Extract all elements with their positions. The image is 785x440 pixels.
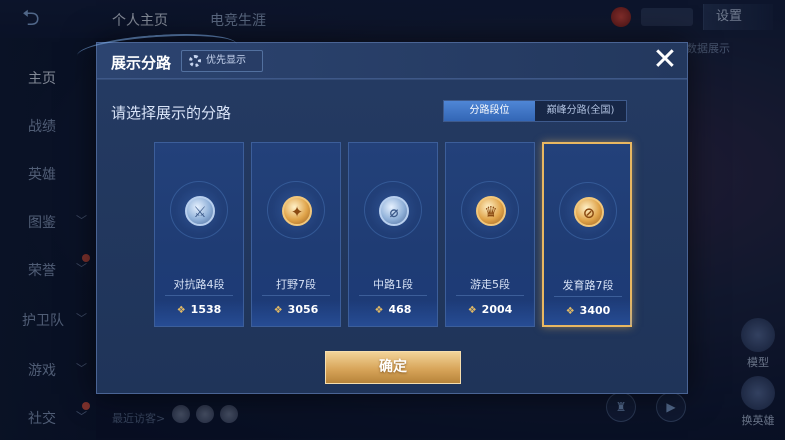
score-icon: ❖: [374, 305, 384, 316]
modal-header: 展示分路 优先显示 ✕: [76, 29, 687, 79]
jungle-emblem-icon: ✦: [282, 196, 312, 226]
lane-card-farm[interactable]: ⊘ 发育路7段 ❖ 3400: [542, 142, 632, 327]
roam-emblem-icon: ♛: [476, 196, 506, 226]
card-divider: [165, 295, 233, 296]
modal-content: 请选择展示的分路 分路段位 巅峰分路(全国) ⚔ 对抗路4段 ❖ 1538 ✦: [97, 79, 687, 393]
lane-score-value: 468: [388, 303, 412, 316]
lane-mode-segmented-control: 分路段位 巅峰分路(全国): [443, 100, 627, 122]
lane-card-score: ❖ 1538: [155, 303, 243, 316]
segment-lane-rank[interactable]: 分路段位: [444, 101, 535, 121]
gear-icon: [189, 55, 201, 67]
priority-display-label: 优先显示: [206, 55, 246, 66]
lane-score-value: 3400: [579, 304, 611, 317]
lane-display-modal: 展示分路 优先显示 ✕ 请选择展示的分路 分路段位 巅峰分路(全国) ⚔ 对抗路…: [76, 29, 688, 394]
lane-card-score: ❖ 468: [349, 303, 437, 316]
score-icon: ❖: [176, 305, 186, 316]
priority-display-button[interactable]: 优先显示: [181, 50, 263, 72]
card-divider: [359, 295, 427, 296]
card-divider: [456, 295, 524, 296]
lane-card-top[interactable]: ⚔ 对抗路4段 ❖ 1538: [154, 142, 244, 327]
lane-card-name: 中路1段: [373, 278, 413, 291]
mid-lane-emblem-icon: ⌀: [379, 196, 409, 226]
farm-lane-emblem-icon: ⊘: [574, 197, 604, 227]
card-divider: [262, 295, 330, 296]
score-icon: ❖: [273, 305, 283, 316]
lane-card-score: ❖ 3056: [252, 303, 340, 316]
lane-card-mid[interactable]: ⌀ 中路1段 ❖ 468: [348, 142, 438, 327]
lane-card-name: 对抗路4段: [173, 278, 225, 291]
lane-card-roam[interactable]: ♛ 游走5段 ❖ 2004: [445, 142, 535, 327]
modal-title: 展示分路: [111, 54, 172, 72]
close-button[interactable]: ✕: [649, 45, 681, 77]
top-lane-emblem-icon: ⚔: [185, 196, 215, 226]
score-icon: ❖: [565, 306, 575, 317]
content-inner: 请选择展示的分路 分路段位 巅峰分路(全国) ⚔ 对抗路4段 ❖ 1538 ✦: [97, 79, 687, 393]
lane-card-score: ❖ 2004: [446, 303, 534, 316]
lane-score-value: 3056: [287, 303, 319, 316]
choose-lane-prompt: 请选择展示的分路: [111, 104, 232, 122]
lane-card-name: 打野7段: [276, 278, 316, 291]
lane-card-name: 游走5段: [470, 278, 510, 291]
confirm-button[interactable]: 确定: [325, 351, 461, 384]
card-divider: [554, 296, 622, 297]
score-icon: ❖: [467, 305, 477, 316]
lane-card-name: 发育路7段: [562, 279, 614, 292]
segment-peak-lane-national[interactable]: 巅峰分路(全国): [535, 101, 626, 121]
lane-card-jungle[interactable]: ✦ 打野7段 ❖ 3056: [251, 142, 341, 327]
lane-score-value: 1538: [190, 303, 222, 316]
lane-score-value: 2004: [481, 303, 513, 316]
lane-card-score: ❖ 3400: [544, 304, 632, 317]
lane-cards: ⚔ 对抗路4段 ❖ 1538 ✦ 打野7段 ❖ 3056 ⌀ 中路1段 ❖ 46…: [154, 142, 634, 327]
